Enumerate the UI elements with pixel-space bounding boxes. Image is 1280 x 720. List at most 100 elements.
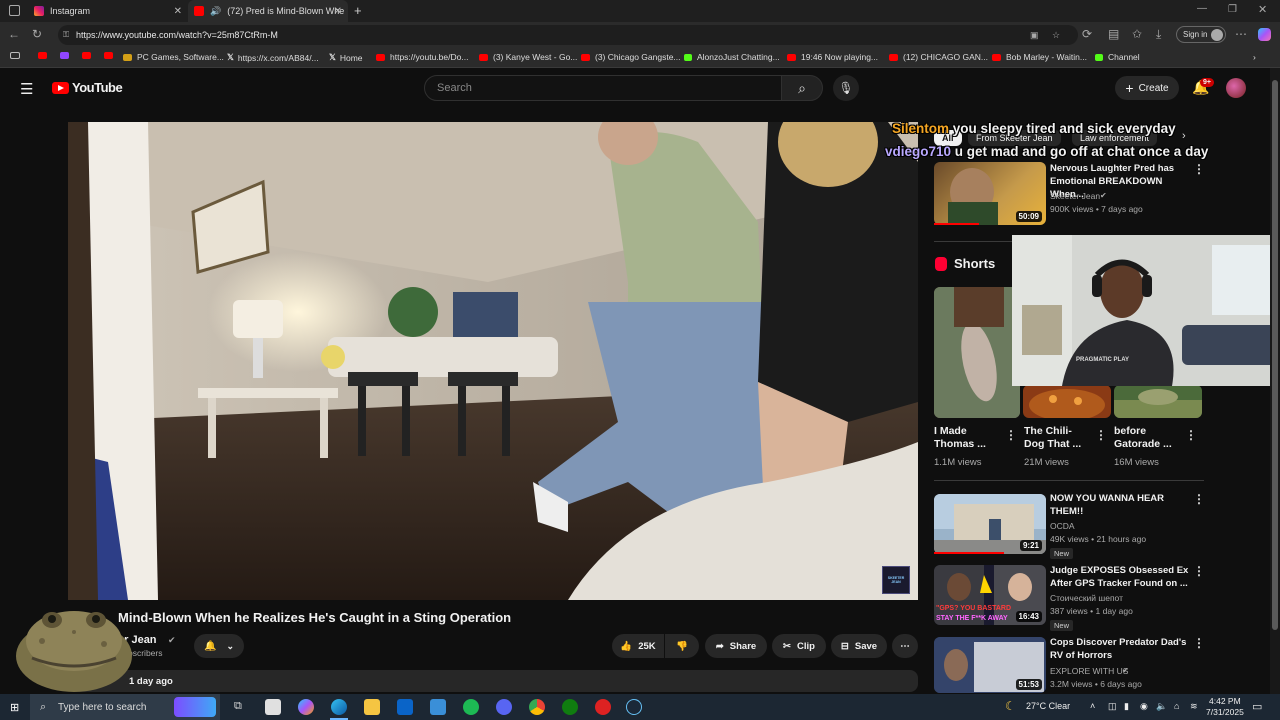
tab-youtube[interactable]: 🔊 (72) Pred is Mind-Blown Whe ✕	[188, 0, 348, 22]
clock-time[interactable]: 4:42 PM	[1209, 696, 1241, 706]
short-thumbnail[interactable]	[1023, 385, 1111, 418]
close-window-icon[interactable]: ✕	[1258, 3, 1267, 16]
related-channel[interactable]: OCDA	[1050, 520, 1075, 533]
bookmarks-icon[interactable]	[10, 52, 20, 59]
more-vertical-icon[interactable]: ⋮	[1095, 428, 1107, 442]
dislike-button[interactable]: 👎	[665, 634, 699, 658]
store-icon[interactable]	[265, 699, 281, 715]
bookmark-youtube-icon[interactable]	[82, 52, 96, 59]
extensions-icon[interactable]: ⟳	[1082, 27, 1092, 41]
channel-watermark[interactable]: SKEETER JEAN	[882, 566, 910, 594]
location-icon[interactable]: ◉	[1140, 701, 1148, 712]
steam-icon[interactable]	[626, 699, 642, 715]
bookmark-item[interactable]: 𝕏 Home	[329, 52, 363, 63]
downloads-icon[interactable]: ⤓	[1156, 27, 1161, 42]
search-input[interactable]: Search	[424, 75, 782, 101]
close-tab-icon[interactable]: ✕	[174, 6, 182, 17]
photos-icon[interactable]	[430, 699, 446, 715]
like-button[interactable]: 👍 25K	[612, 634, 664, 658]
video-player[interactable]: SKEETER JEAN	[68, 122, 918, 600]
weather-text[interactable]: 27°C Clear	[1026, 701, 1070, 711]
tray-app-icon[interactable]: ⌂	[1174, 701, 1179, 711]
more-vertical-icon[interactable]: ⋮	[1193, 492, 1205, 506]
game-app-icon[interactable]	[595, 699, 611, 715]
bookmark-item[interactable]: Channel	[1095, 52, 1140, 62]
tray-overflow-icon[interactable]: ˄	[1090, 701, 1095, 711]
split-screen-icon[interactable]: ▤	[1108, 27, 1119, 41]
bookmark-item[interactable]: AlonzoJust Chatting...	[684, 52, 780, 62]
short-title[interactable]: The Chili-Dog That ...	[1024, 425, 1092, 451]
hamburger-menu-icon[interactable]: ☰	[20, 80, 33, 98]
favorite-star-icon[interactable]: ☆	[1052, 30, 1060, 41]
scrollbar-thumb[interactable]	[1272, 80, 1278, 630]
copilot-taskbar-icon[interactable]	[298, 699, 314, 715]
bookmark-item[interactable]: 𝕏https://x.com/AB84/...	[227, 52, 319, 63]
window-menu-icon[interactable]	[9, 5, 20, 16]
bookmark-item[interactable]: (12) CHICAGO GAN...	[889, 52, 988, 62]
bookmark-youtube-icon[interactable]	[104, 52, 118, 59]
file-explorer-icon[interactable]	[364, 699, 380, 715]
save-button[interactable]: ⊟ Save	[831, 634, 887, 658]
related-video-title[interactable]: Judge EXPOSES Obsessed Ex After GPS Trac…	[1050, 564, 1190, 590]
new-tab-icon[interactable]: +	[354, 3, 362, 18]
more-menu-icon[interactable]: ⋯	[1235, 27, 1247, 41]
back-icon[interactable]: ←	[8, 27, 20, 41]
bookmark-item[interactable]: PC Games, Software...	[123, 52, 224, 62]
bookmark-item[interactable]: (3) Chicago Gangste...	[581, 52, 681, 62]
more-actions-button[interactable]: ⋯	[892, 634, 918, 658]
xbox-icon[interactable]	[562, 699, 578, 715]
favorites-icon[interactable]: ✩	[1132, 27, 1142, 41]
more-vertical-icon[interactable]: ⋮	[1005, 428, 1017, 442]
wifi-icon[interactable]: ≋	[1190, 701, 1198, 712]
more-vertical-icon[interactable]: ⋮	[1193, 636, 1205, 650]
address-bar[interactable]: ⚿ https://www.youtube.com/watch?v=25m87C…	[58, 25, 1078, 45]
bookmark-item[interactable]: https://youtu.be/Do...	[376, 52, 468, 62]
close-tab-icon[interactable]: ✕	[334, 6, 342, 17]
network-icon[interactable]: ◫	[1108, 701, 1117, 712]
outlook-icon[interactable]	[397, 699, 413, 715]
related-video-title[interactable]: Cops Discover Predator Dad's RV of Horro…	[1050, 636, 1190, 662]
restore-icon[interactable]: ❐	[1228, 4, 1237, 15]
share-button[interactable]: ➦ Share	[705, 634, 767, 658]
youtube-logo[interactable]: YouTube	[52, 80, 123, 95]
discord-icon[interactable]	[496, 699, 512, 715]
short-thumbnail[interactable]	[934, 287, 1020, 418]
edge-icon[interactable]	[331, 699, 347, 715]
bookmark-youtube-icon[interactable]	[38, 52, 52, 59]
related-channel[interactable]: EXPLORE WITH US	[1050, 665, 1128, 678]
clip-button[interactable]: ✂ Clip	[772, 634, 826, 658]
avatar[interactable]	[1226, 78, 1246, 98]
bookmark-item[interactable]: Bob Marley - Waitin...	[992, 52, 1087, 62]
short-thumbnail[interactable]	[1114, 385, 1202, 418]
related-video-title[interactable]: NOW YOU WANNA HEAR THEM!!	[1050, 492, 1190, 518]
related-channel[interactable]: Skeeter Jean	[1050, 190, 1100, 203]
video-thumbnail[interactable]: 51:53	[934, 637, 1046, 693]
subscription-bell-button[interactable]: 🔔 ⌄	[194, 634, 244, 658]
volume-icon[interactable]: 🔈	[1156, 701, 1167, 712]
bookmark-item[interactable]: (3) Kanye West - Go...	[479, 52, 577, 62]
more-vertical-icon[interactable]: ⋮	[1193, 564, 1205, 578]
task-view-icon[interactable]: ⧉	[234, 700, 242, 713]
copilot-icon[interactable]	[1258, 28, 1271, 41]
video-thumbnail[interactable]: "GPS? YOU BASTARD STAY THE F**K AWAY 16:…	[934, 565, 1046, 625]
chrome-icon[interactable]	[529, 699, 545, 715]
voice-search-button[interactable]: 🎙	[833, 75, 859, 101]
mic-tray-icon[interactable]: ▮	[1124, 701, 1129, 712]
audio-icon[interactable]: 🔊	[210, 6, 221, 17]
search-button[interactable]: ⌕	[781, 75, 823, 101]
minimize-icon[interactable]: —	[1197, 3, 1207, 14]
reader-icon[interactable]: ▣	[1030, 30, 1039, 41]
create-button[interactable]: + Create	[1115, 76, 1179, 100]
notification-center-icon[interactable]: ▭	[1252, 700, 1262, 713]
clock-date[interactable]: 7/31/2025	[1206, 707, 1244, 717]
chip-next-icon[interactable]: ›	[1182, 130, 1186, 142]
refresh-icon[interactable]: ↻	[32, 27, 42, 41]
more-vertical-icon[interactable]: ⋮	[1185, 428, 1197, 442]
tab-instagram[interactable]: Instagram ✕	[28, 0, 188, 22]
description-box[interactable]: 1 day ago	[68, 670, 918, 692]
video-thumbnail[interactable]: 9:21	[934, 494, 1046, 554]
bookmark-item[interactable]: 19:46 Now playing...	[787, 52, 878, 62]
taskbar-search-input[interactable]: ⌕ Type here to search	[30, 694, 220, 720]
more-vertical-icon[interactable]: ⋮	[1193, 162, 1205, 176]
windows-start-icon[interactable]: ⊞	[10, 701, 19, 714]
